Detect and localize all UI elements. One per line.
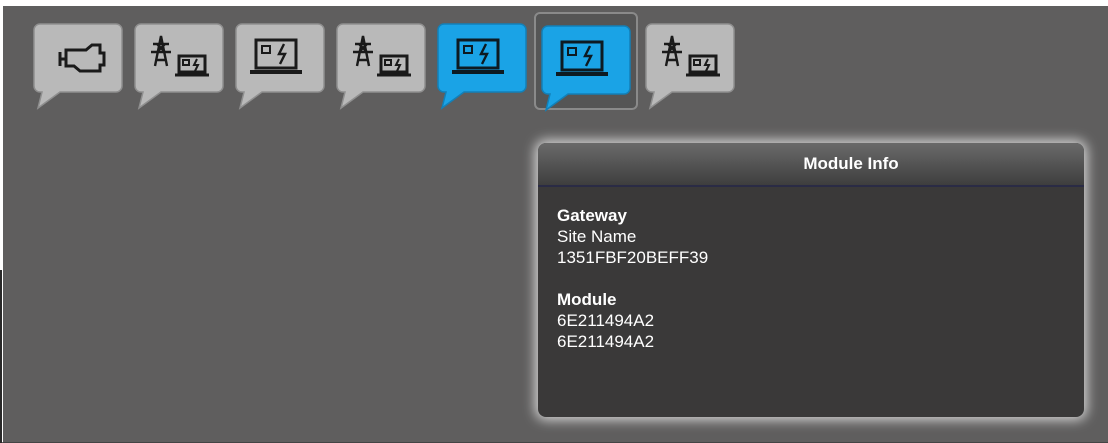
site-name: Site Name [557,227,637,246]
left-edge-divider [0,270,2,443]
module-id-2: 6E211494A2 [557,332,655,351]
utility-pylon-generator-icon [134,23,224,110]
module-info-title: Module Info [538,143,1084,187]
gateway-heading: Gateway [557,206,627,225]
generator-tile-2[interactable] [437,12,528,110]
utility-generator-tile-1[interactable] [134,12,225,110]
gateway-id: 1351FBF20BEFF39 [557,248,709,267]
generator-tile-1[interactable] [235,12,326,110]
module-heading: Module [557,290,617,309]
engine-module-tile[interactable] [33,12,124,110]
utility-pylon-generator-icon [645,23,735,110]
module-id-1: 6E211494A2 [557,311,655,330]
utility-generator-tile-3[interactable] [645,12,736,110]
generator-tile-selected[interactable] [534,12,638,112]
generator-icon [541,25,631,112]
module-info-panel: Module Info Gateway Site Name 1351FBF20B… [538,143,1084,417]
module-info-body: Gateway Site Name 1351FBF20BEFF39 Module… [538,187,1084,352]
generator-icon [235,23,325,110]
utility-pylon-generator-icon [336,23,426,110]
utility-generator-tile-2[interactable] [336,12,427,110]
engine-icon [33,23,123,110]
generator-icon [437,23,527,110]
